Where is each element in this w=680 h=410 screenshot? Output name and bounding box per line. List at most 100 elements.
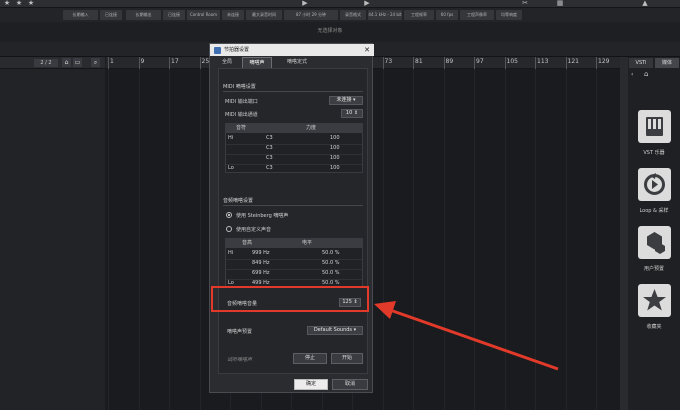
start-button[interactable]: 开始 [331,353,363,364]
preview-label: 试听嘀嗒声 [227,357,253,363]
tab-global[interactable]: 全局 [214,57,240,68]
midi-port-select[interactable]: 未连接 ▾ [329,96,363,105]
ruler-tick-label: 17 [171,58,179,65]
pitch-cell[interactable]: 999 Hz [252,250,270,256]
velocity-cell[interactable]: 100 [330,155,340,161]
row-divider [226,164,362,165]
status-item: 60 fps [436,10,458,20]
row-divider [226,269,362,270]
dialog-tabs: 全局 嘀嗒声 嘀嗒定式 [210,57,374,68]
search-icon[interactable]: ⌕ [91,58,100,67]
radio-steinberg-label: 使用 Steinberg 嘀嗒声 [236,213,289,219]
click-preset-select[interactable]: Default Sounds ▾ [307,326,363,335]
ruler-tick-line [382,57,384,69]
stop-button[interactable]: 停止 [293,353,327,364]
favorites-tile[interactable] [638,284,671,317]
app-window: ★ ★ ★ ▶ ▶ ✂ ▦ ▲ 长期输入 已连接 长期输出 已连接 Contro… [0,0,680,410]
ruler-tick-line [474,57,475,69]
radio-custom-label: 使用自定义声音 [236,227,272,233]
ruler-tick-label: 81 [415,58,423,65]
close-icon[interactable]: ✕ [364,44,370,56]
column-header-note: 音符 [236,125,247,131]
presets-icon [647,232,665,254]
tab-click-patterns[interactable]: 嘀嗒定式 [280,57,314,68]
pitch-cell[interactable]: 699 Hz [252,270,270,276]
star-icon[interactable]: ★ [14,0,24,7]
status-bar: 长期输入 已连接 长期输出 已连接 Control Room 未连接 最大录音时… [0,8,680,22]
note-cell[interactable]: C3 [266,135,273,141]
level-cell[interactable]: 50.0 % [322,270,339,276]
ruler-tick-label: 121 [567,58,579,65]
ruler-tick-label: 89 [445,58,454,65]
velocity-cell[interactable]: 100 [330,165,340,171]
dialog-titlebar: 节拍器设置 ✕ [210,44,374,56]
pitch-cell[interactable]: 849 Hz [252,260,270,266]
note-cell[interactable]: C3 [266,155,273,161]
status-item: 已连接 [163,10,185,20]
cancel-button[interactable]: 取消 [332,379,368,390]
tab-vsti[interactable]: VSTi [629,58,653,68]
velocity-cell[interactable]: 100 [330,135,340,141]
chevron-left-icon[interactable]: ‹ [631,71,633,78]
tab-media[interactable]: 媒体 [655,58,679,68]
status-item: 未连接 [222,10,244,20]
ruler-tick-label: 1 [110,58,114,65]
star-icon[interactable]: ★ [2,0,12,7]
click-settings-panel: MIDI 嘀嗒设置 MIDI 输出端口 未连接 ▾ MIDI 输出通道 10 ⇕… [218,68,368,374]
click-preset-label: 嘀嗒声预置 [227,329,253,335]
ruler-tick-line [504,57,506,69]
grid-icon[interactable]: ▦ [555,0,565,7]
transport-toolbar: ★ ★ ★ ▶ ▶ ✂ ▦ ▲ [0,0,680,8]
row-tag: Hi [228,250,234,256]
status-item: 长期输出 [126,10,161,20]
midi-channel-stepper[interactable]: 10 ⇕ [341,109,363,118]
loops-samples-tile[interactable] [638,168,671,201]
midi-port-value: 未连接 [336,97,352,103]
home-icon[interactable]: ⌂ [62,58,71,67]
cut-icon[interactable]: ✂ [520,0,530,7]
ruler-tick-label: 9 [140,58,145,65]
status-item: 已连接 [100,10,122,20]
level-cell[interactable]: 50.0 % [322,260,339,266]
ruler-tick-label: 113 [537,58,549,65]
row-divider [226,259,362,260]
row-divider [226,279,362,280]
vertical-scrollbar[interactable] [620,57,628,410]
page-counter[interactable]: 2 / 2 [34,59,58,67]
folder-icon[interactable]: ▭ [73,58,82,67]
ruler-tick-line [138,57,140,69]
note-cell[interactable]: C3 [266,145,273,151]
click-preset-value: Default Sounds [313,327,353,333]
radio-steinberg-clicks[interactable] [226,212,232,218]
status-item: 均等响度 [496,10,522,20]
play-icon[interactable]: ▶ [362,0,372,7]
track-list [0,57,105,410]
divider [223,205,363,206]
status-item: 工程帧率 [404,10,434,20]
metronome-icon[interactable]: ▲ [640,0,650,7]
user-presets-tile[interactable] [638,226,671,259]
annotation-arrow [374,301,559,371]
star-icon [643,289,666,311]
star-icon[interactable]: ★ [26,0,36,7]
ok-button[interactable]: 确定 [294,379,328,390]
app-logo-icon [214,47,221,54]
bar-gridline [199,69,201,410]
level-cell[interactable]: 50.0 % [322,250,339,256]
bar-gridline [138,69,140,410]
audio-section-title: 音频嘀嗒设置 [223,198,254,204]
home-icon[interactable]: ⌂ [644,70,648,78]
midi-channel-value: 10 [345,110,353,116]
audio-click-table: 音高 电平 Hi 999 Hz 50.0 % 849 Hz 50.0 % 699… [225,238,363,288]
ruler-tick-line [413,57,414,69]
velocity-cell[interactable]: 100 [330,145,340,151]
tab-click-sounds[interactable]: 嘀嗒声 [242,57,272,68]
radio-custom-sounds[interactable] [226,226,232,232]
status-item: 长期输入 [63,10,98,20]
vst-instruments-tile[interactable] [638,110,671,143]
column-header-level: 电平 [302,240,313,246]
midi-section-title: MIDI 嘀嗒设置 [223,84,256,90]
note-cell[interactable]: C3 [266,165,273,171]
status-item: Control Room [187,10,220,20]
play-icon[interactable]: ▶ [300,0,310,7]
